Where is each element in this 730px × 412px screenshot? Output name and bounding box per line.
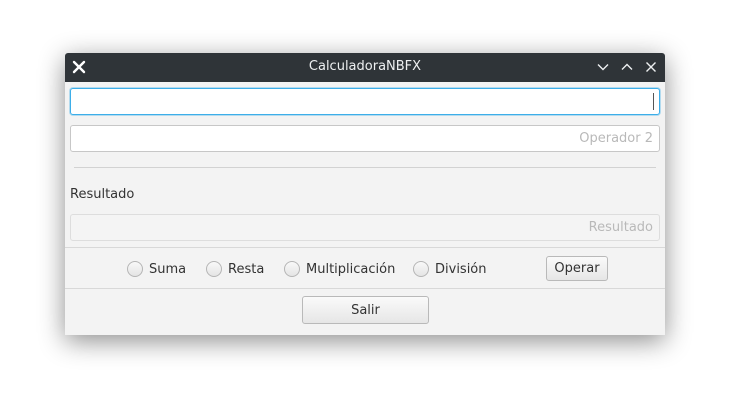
radio-label: Suma <box>149 261 187 277</box>
separator <box>65 288 665 289</box>
separator <box>74 167 656 168</box>
operator-2-input[interactable] <box>70 125 660 152</box>
radio-label: Multiplicación <box>306 261 396 277</box>
operator-1-input[interactable] <box>70 88 660 115</box>
radio-circle[interactable] <box>413 261 429 277</box>
calculator-window: CalculadoraNBFX Resultado Suma Resta Mul… <box>65 53 665 335</box>
window-title: CalculadoraNBFX <box>308 59 422 74</box>
close-icon[interactable] <box>644 60 658 74</box>
radio-circle[interactable] <box>127 261 143 277</box>
minimize-chevron-down-icon[interactable] <box>596 60 610 74</box>
separator <box>65 247 665 248</box>
radio-division[interactable]: División <box>413 259 487 279</box>
radio-label: División <box>435 261 487 277</box>
maximize-chevron-up-icon[interactable] <box>620 60 634 74</box>
text-cursor <box>653 93 654 110</box>
title-bar[interactable]: CalculadoraNBFX <box>65 53 665 82</box>
operate-button[interactable]: Operar <box>546 256 608 281</box>
radio-circle[interactable] <box>206 261 222 277</box>
exit-button[interactable]: Salir <box>302 296 429 324</box>
radio-suma[interactable]: Suma <box>127 259 186 279</box>
radio-multiplicacion[interactable]: Multiplicación <box>284 259 395 279</box>
radio-resta[interactable]: Resta <box>206 259 264 279</box>
radio-label: Resta <box>228 261 265 277</box>
radio-circle[interactable] <box>284 261 300 277</box>
result-field <box>70 214 660 241</box>
result-label: Resultado <box>70 187 135 202</box>
